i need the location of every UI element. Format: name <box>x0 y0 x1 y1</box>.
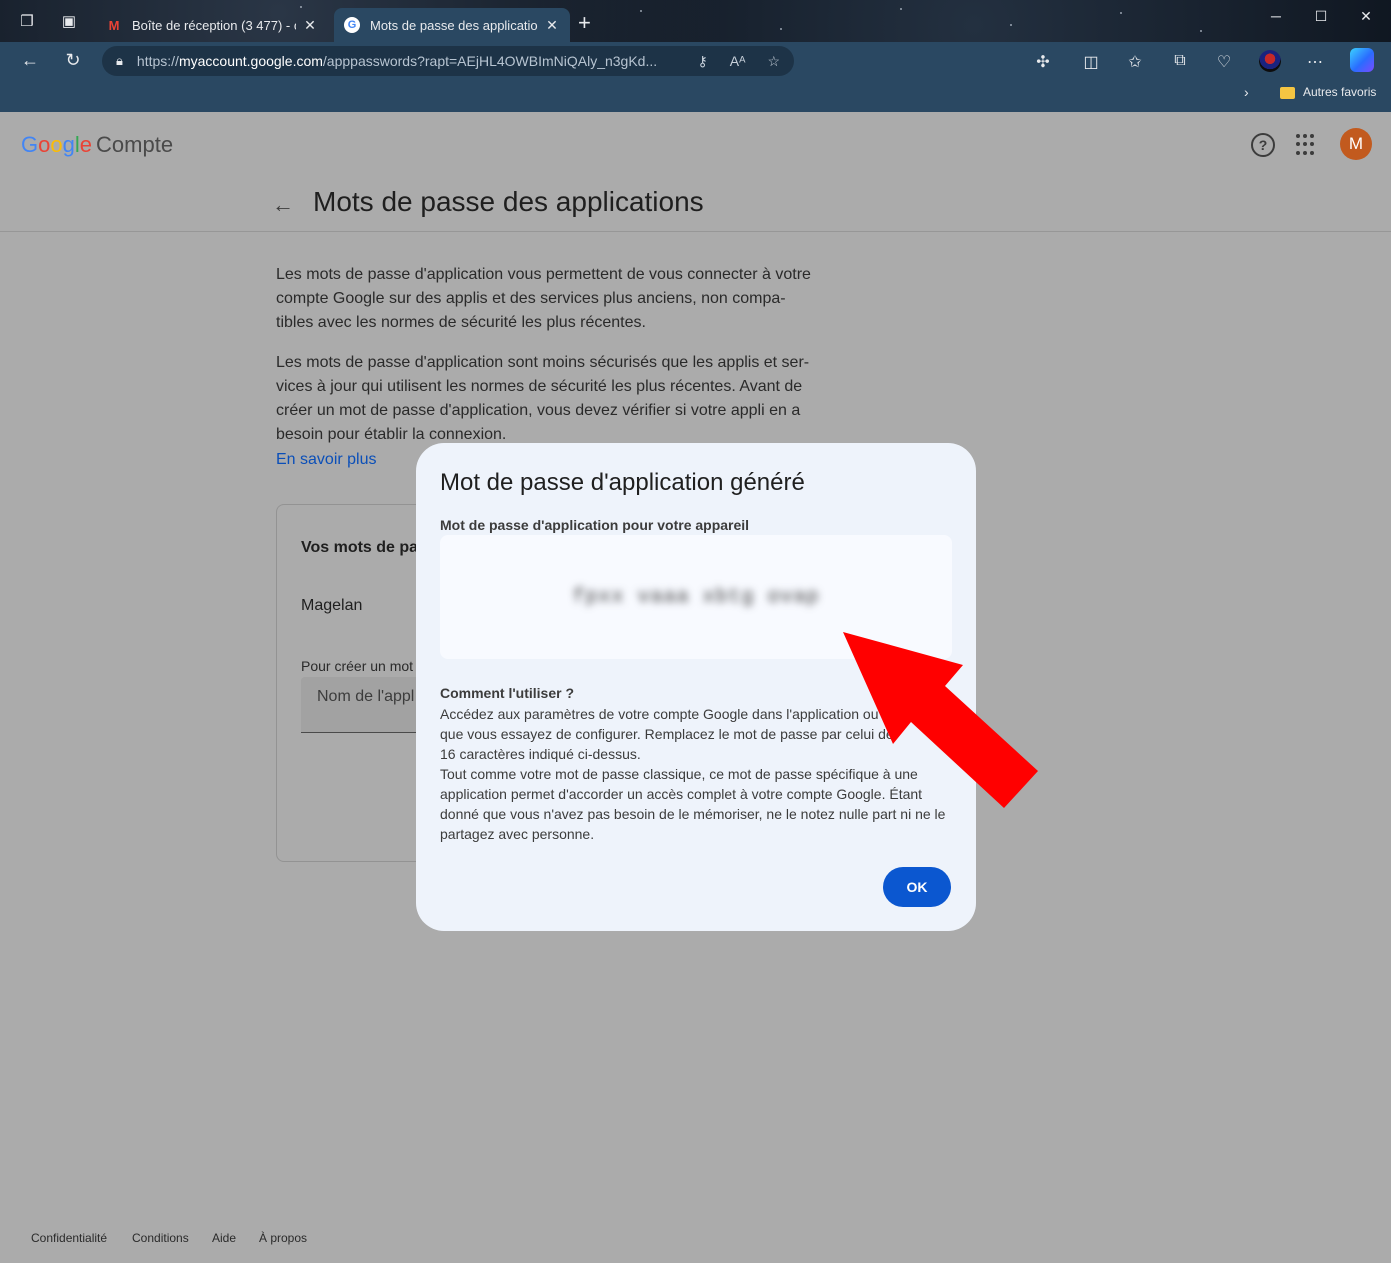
how-line: donné que vous n'avez pas besoin de le m… <box>440 806 946 822</box>
new-tab-icon[interactable]: + <box>578 12 591 34</box>
footer-privacy-link[interactable]: Confidentialité <box>31 1231 107 1245</box>
url-protocol: https:// <box>136 53 179 69</box>
help-icon[interactable]: ? <box>1251 133 1275 157</box>
close-tab-icon[interactable]: ✕ <box>544 17 560 34</box>
tab-gmail[interactable]: M Boîte de réception (3 477) - omm ✕ <box>96 8 328 42</box>
google-account-logo[interactable]: Google Compte <box>21 132 173 158</box>
browser-profile-icon[interactable] <box>1259 50 1281 72</box>
copilot-icon[interactable] <box>1350 48 1374 72</box>
generated-password-box[interactable]: fpxx vaaa xbtg ovap <box>440 535 952 659</box>
how-line: que vous essayez de configurer. Remplace… <box>440 726 894 742</box>
tab-actions-icon[interactable]: ▣ <box>60 13 78 31</box>
folder-icon <box>1280 87 1295 99</box>
footer-help-link[interactable]: Aide <box>212 1231 236 1245</box>
favorite-star-icon[interactable]: ☆ <box>767 53 780 70</box>
intro-line: Les mots de passe d'application vous per… <box>276 266 811 283</box>
app-password-item[interactable]: Magelan <box>301 597 362 615</box>
lock-icon[interactable]: 🔒︎ <box>116 53 123 69</box>
intro-line: compte Google sur des applis et des serv… <box>276 290 786 307</box>
address-url[interactable]: https://myaccount.google.com/apppassword… <box>137 53 676 69</box>
more-menu-icon[interactable]: ⋯ <box>1304 52 1326 72</box>
tab-label: Boîte de réception (3 477) - omm <box>132 17 296 33</box>
back-arrow-icon[interactable]: ← <box>272 192 294 218</box>
ok-button[interactable]: OK <box>883 867 951 907</box>
browser-toolbar: ← ↻ 🔒︎ https://myaccount.google.com/appp… <box>0 42 1391 112</box>
how-to-use-title: Comment l'utiliser ? <box>440 685 575 701</box>
footer-about-link[interactable]: À propos <box>259 1231 307 1245</box>
gmail-icon: M <box>108 17 120 33</box>
workspaces-icon[interactable]: ❒ <box>18 13 36 31</box>
url-path: /apppasswords?rapt=AEjHL4OWBImNiQAly_n3g… <box>322 53 658 69</box>
generated-password-dialog: Mot de passe d'application généré Mot de… <box>416 443 976 931</box>
browser-tab-bar: ❒ ▣ M Boîte de réception (3 477) - omm ✕… <box>0 0 1391 42</box>
how-line: application permet d'accorder un accès c… <box>440 786 923 802</box>
generated-password[interactable]: fpxx vaaa xbtg ovap <box>572 586 819 609</box>
extensions-icon[interactable]: ✣ <box>1032 52 1054 72</box>
tab-label: Mots de passe des applications <box>370 17 538 33</box>
footer-terms-link[interactable]: Conditions <box>132 1231 189 1245</box>
how-line: Accédez aux paramètres de votre compte G… <box>440 706 938 722</box>
avatar[interactable]: M <box>1340 128 1372 160</box>
card-title: Vos mots de pa <box>301 539 419 556</box>
favorites-icon[interactable]: ✩ <box>1124 52 1146 72</box>
close-window-icon[interactable]: ✕ <box>1356 8 1376 25</box>
header-divider <box>0 231 1391 232</box>
minimize-icon[interactable]: ─ <box>1266 8 1286 24</box>
product-name: Compte <box>96 132 174 157</box>
chevron-right-icon[interactable]: › <box>1244 84 1249 100</box>
tab-app-passwords[interactable]: G Mots de passe des applications ✕ <box>334 8 570 42</box>
intro-paragraph: Les mots de passe d'application vous per… <box>276 263 832 335</box>
warning-paragraph: Les mots de passe d'application sont moi… <box>276 351 832 447</box>
address-bar[interactable]: 🔒︎ https://myaccount.google.com/apppassw… <box>102 46 794 76</box>
how-to-use-text: Accédez aux paramètres de votre compte G… <box>440 704 955 844</box>
intro-line: tibles avec les normes de sécurité les p… <box>276 314 646 331</box>
google-icon: G <box>344 17 360 33</box>
warning-line: créer un mot de passe d'application, vou… <box>276 402 801 419</box>
close-tab-icon[interactable]: ✕ <box>302 17 318 34</box>
maximize-icon[interactable]: ☐ <box>1311 8 1331 25</box>
how-line: partagez avec personne. <box>440 826 595 842</box>
read-aloud-icon[interactable]: Aᴬ <box>730 53 746 69</box>
key-icon[interactable]: ⚷ <box>697 53 707 70</box>
how-line: 16 caractères indiqué ci-dessus. <box>440 746 641 762</box>
other-favorites-link[interactable]: Autres favoris <box>1303 85 1376 99</box>
warning-line: Les mots de passe d'application sont moi… <box>276 354 810 371</box>
browser-essentials-icon[interactable]: ♡ <box>1213 52 1235 72</box>
create-hint: Pour créer un mot <box>301 658 414 674</box>
warning-line: vices à jour qui utilisent les normes de… <box>276 378 803 395</box>
apps-grid-icon[interactable] <box>1296 134 1318 156</box>
dialog-title: Mot de passe d'application généré <box>440 469 805 496</box>
back-icon[interactable]: ← <box>18 50 42 71</box>
collections-icon[interactable]: ⧉ <box>1169 52 1191 70</box>
url-host: myaccount.google.com <box>178 53 323 69</box>
how-line: Tout comme votre mot de passe classique,… <box>440 766 918 782</box>
split-screen-icon[interactable]: ◫ <box>1080 52 1102 72</box>
learn-more-link[interactable]: En savoir plus <box>276 451 377 469</box>
dialog-subtitle: Mot de passe d'application pour votre ap… <box>440 517 750 533</box>
reload-icon[interactable]: ↻ <box>61 50 85 71</box>
page-title: Mots de passe des applications <box>313 186 704 217</box>
